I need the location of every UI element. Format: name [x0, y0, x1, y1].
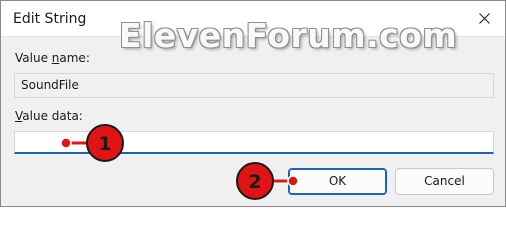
value-data-input[interactable] — [14, 131, 494, 154]
callout-number-2: 2 — [248, 171, 261, 193]
cancel-button[interactable]: Cancel — [395, 168, 494, 195]
value-data-label: Value data: — [15, 109, 83, 123]
close-icon — [479, 13, 490, 24]
ok-button[interactable]: OK — [288, 168, 387, 195]
value-name-label: Value name: — [15, 51, 90, 65]
title-bar[interactable]: Edit String — [1, 1, 505, 37]
edit-string-dialog: Edit String ElevenForum.com Value name: … — [0, 0, 506, 207]
close-button[interactable] — [465, 1, 505, 37]
dialog-title: Edit String — [13, 11, 87, 27]
value-name-field[interactable]: SoundFile — [14, 73, 494, 98]
